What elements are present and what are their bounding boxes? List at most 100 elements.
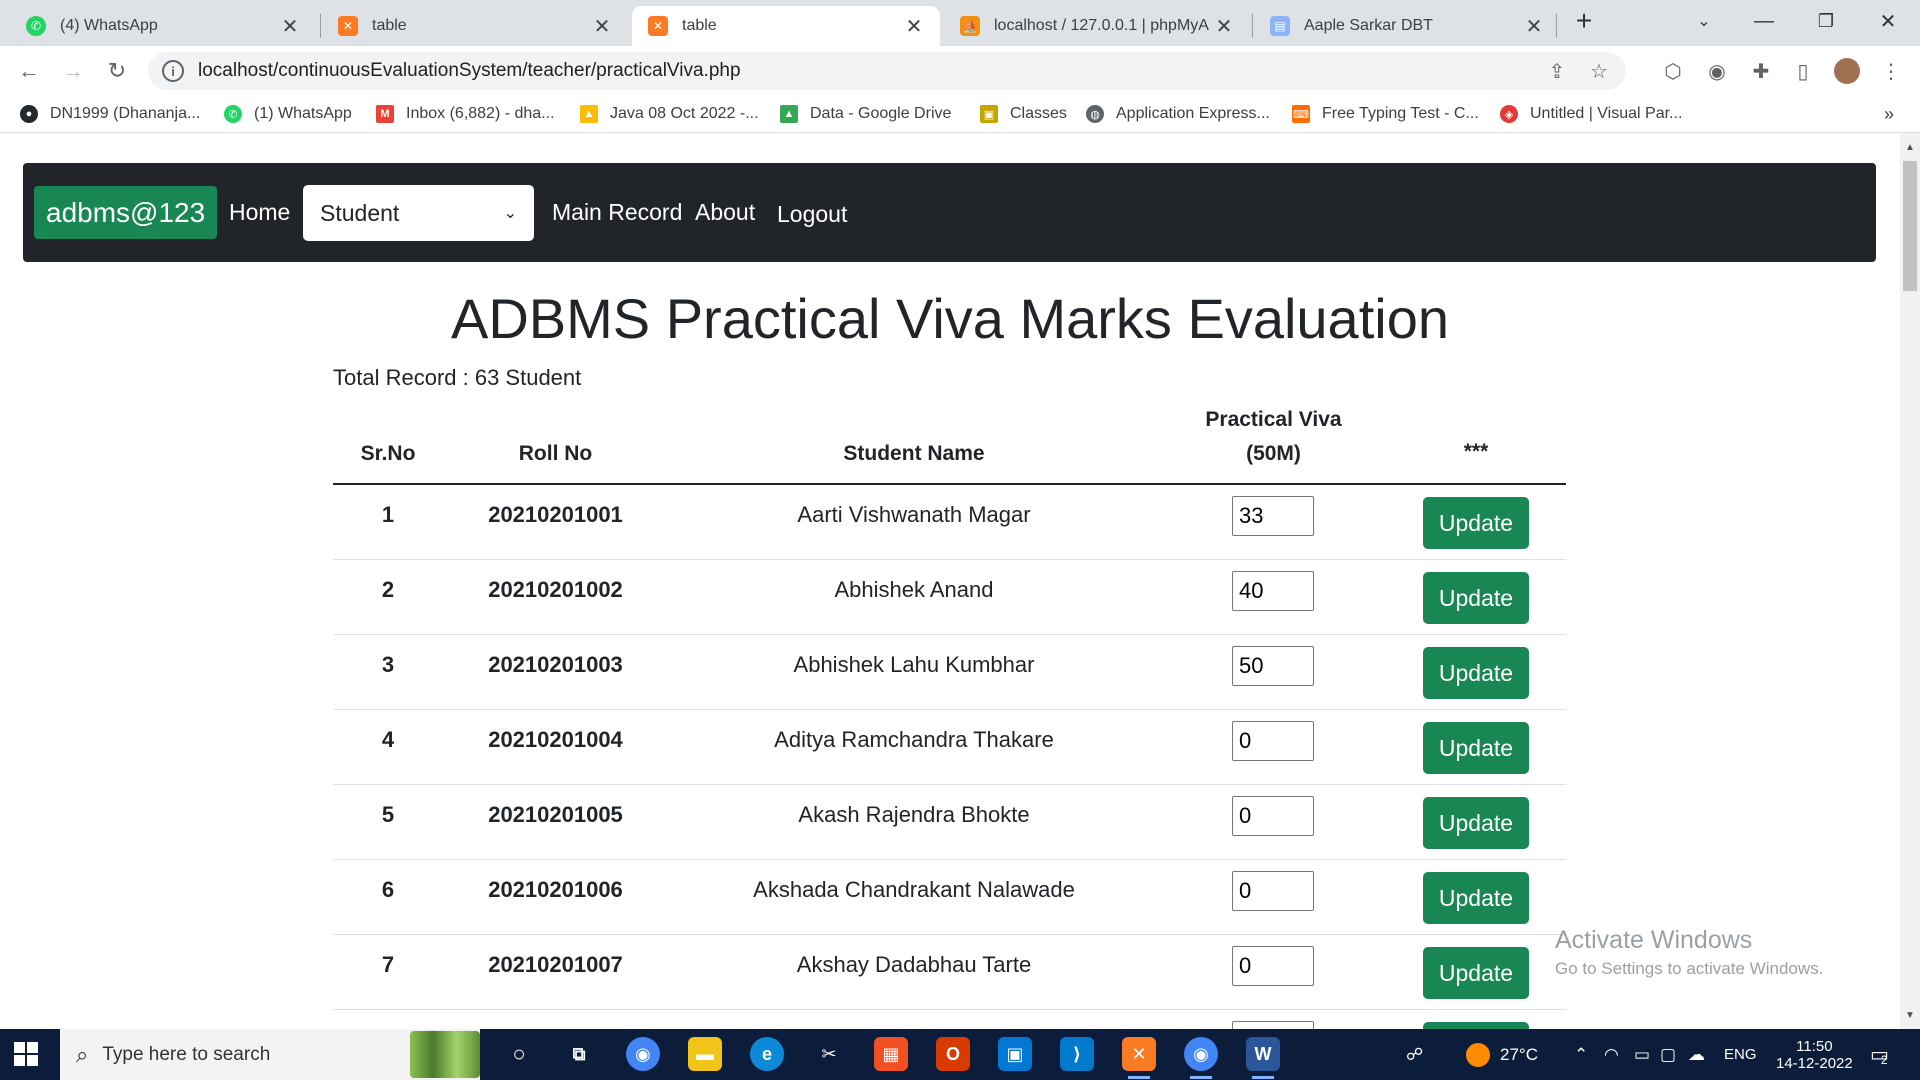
tab-phpmyadmin[interactable]: ⛵ localhost / 127.0.0.1 | phpMyA ✕ xyxy=(944,6,1250,46)
site-info-icon[interactable]: i xyxy=(162,60,184,82)
meet-now-icon[interactable]: ▢ xyxy=(1660,1029,1676,1080)
marks-input[interactable]: 50 xyxy=(1232,646,1314,686)
nav-logout-link[interactable]: Logout xyxy=(777,201,847,228)
update-button[interactable]: Update xyxy=(1423,797,1529,849)
update-button[interactable]: Update xyxy=(1423,722,1529,774)
tab-divider xyxy=(1556,14,1557,38)
snipping-tool-icon[interactable]: ✂ xyxy=(812,1037,846,1071)
office-icon[interactable]: O xyxy=(936,1037,970,1071)
profile-avatar[interactable] xyxy=(1834,58,1860,84)
close-icon[interactable]: ✕ xyxy=(1524,14,1544,39)
marks-input[interactable]: 0 xyxy=(1232,796,1314,836)
tab-whatsapp[interactable]: ✆ (4) WhatsApp ✕ xyxy=(10,6,316,46)
bookmark-item[interactable]: ◈ Untitled | Visual Par... xyxy=(1500,102,1682,126)
edge-icon[interactable]: e xyxy=(750,1037,784,1071)
battery-icon[interactable]: ▭ xyxy=(1634,1029,1650,1080)
windows-start-icon[interactable] xyxy=(14,1042,38,1066)
header-student-name: Student Name xyxy=(843,442,985,465)
bookmark-item[interactable]: ▲ Data - Google Drive xyxy=(780,102,951,126)
brand-logo[interactable]: adbms@123 xyxy=(34,186,218,239)
task-view-icon[interactable]: ⧉ xyxy=(562,1037,596,1071)
marks-input[interactable]: 40 xyxy=(1232,571,1314,611)
language-indicator[interactable]: ENG xyxy=(1724,1029,1757,1080)
word-icon[interactable]: W xyxy=(1246,1037,1280,1079)
whatsapp-icon: ✆ xyxy=(224,105,242,123)
cell-roll-no: 20210201006 xyxy=(488,877,623,902)
cell-srno: 6 xyxy=(381,877,395,902)
marks-input[interactable]: 0 xyxy=(1232,946,1314,986)
extension-cube-icon[interactable]: ⬡ xyxy=(1660,58,1686,84)
new-tab-button[interactable]: + xyxy=(1564,5,1604,36)
weather-widget[interactable]: 27°C xyxy=(1466,1029,1538,1080)
restore-button[interactable]: ❐ xyxy=(1806,6,1846,36)
clock-date: 14-12-2022 xyxy=(1776,1054,1853,1072)
tab-table-active[interactable]: ✕ table ✕ xyxy=(632,6,940,46)
share-icon[interactable]: ⇪ xyxy=(1542,59,1572,84)
bookmark-label: Classes xyxy=(1010,105,1067,122)
nav-student-select[interactable]: Student ⌄ xyxy=(303,185,534,241)
clock[interactable]: 11:50 14-12-2022 xyxy=(1776,1029,1853,1080)
menu-kebab-icon[interactable]: ⋮ xyxy=(1878,58,1904,84)
bookmark-star-icon[interactable]: ☆ xyxy=(1584,59,1614,84)
close-icon[interactable]: ✕ xyxy=(280,14,300,39)
cell-student-name: Aarti Vishwanath Magar xyxy=(797,502,1031,527)
side-panel-icon[interactable]: ▯ xyxy=(1790,58,1816,84)
people-icon[interactable]: ☍ xyxy=(1406,1029,1423,1080)
update-button[interactable]: Update xyxy=(1423,572,1529,624)
update-button[interactable]: Update xyxy=(1423,497,1529,549)
bookmark-item[interactable]: M Inbox (6,882) - dha... xyxy=(376,102,555,126)
nav-home-link[interactable]: Home xyxy=(229,199,290,226)
scrollbar-thumb[interactable] xyxy=(1903,161,1917,291)
marks-input-partial[interactable] xyxy=(1232,1021,1314,1029)
xampp-icon[interactable]: ✕ xyxy=(1122,1037,1156,1079)
cell-student-name: Akshada Chandrakant Nalawade xyxy=(753,877,1075,902)
marks-input[interactable]: 0 xyxy=(1232,871,1314,911)
tray-chevron-icon[interactable]: ⌃ xyxy=(1574,1029,1588,1080)
reload-button[interactable]: ↻ xyxy=(102,56,132,86)
bookmark-label: Application Express... xyxy=(1116,105,1270,122)
bookmark-item[interactable]: ● DN1999 (Dhananja... xyxy=(20,102,200,126)
tab-table-1[interactable]: ✕ table ✕ xyxy=(322,6,628,46)
page-scrollbar[interactable]: ▲ ▼ xyxy=(1900,133,1920,1029)
more-bookmarks-chevron-icon[interactable]: » xyxy=(1884,102,1894,126)
marks-input[interactable]: 33 xyxy=(1232,496,1314,536)
onedrive-icon[interactable]: ☁ xyxy=(1688,1029,1705,1080)
scroll-down-icon[interactable]: ▼ xyxy=(1900,1005,1920,1025)
update-button[interactable]: Update xyxy=(1423,872,1529,924)
tab-search-chevron-icon[interactable]: ⌄ xyxy=(1684,6,1724,36)
update-button-partial[interactable] xyxy=(1423,1022,1529,1029)
marks-input[interactable]: 0 xyxy=(1232,721,1314,761)
back-button[interactable]: ← xyxy=(14,56,44,86)
bookmark-item[interactable]: ▣ Classes xyxy=(980,102,1067,126)
address-bar[interactable]: i localhost/continuousEvaluationSystem/t… xyxy=(148,52,1626,90)
close-icon[interactable]: ✕ xyxy=(904,14,924,39)
bookmark-item[interactable]: ▲ Java 08 Oct 2022 -... xyxy=(580,102,759,126)
app-icon[interactable]: ▣ xyxy=(998,1037,1032,1071)
file-explorer-icon[interactable]: ▬ xyxy=(688,1037,722,1071)
tab-aaple-sarkar[interactable]: ▤ Aaple Sarkar DBT ✕ xyxy=(1254,6,1560,46)
close-icon[interactable]: ✕ xyxy=(592,14,612,39)
minimize-button[interactable]: — xyxy=(1744,6,1784,36)
address-url[interactable]: localhost/continuousEvaluationSystem/tea… xyxy=(198,60,1542,82)
close-icon[interactable]: ✕ xyxy=(1214,14,1234,39)
chrome-icon[interactable]: ◉ xyxy=(626,1037,660,1071)
extensions-puzzle-icon[interactable]: ✚ xyxy=(1748,58,1774,84)
wifi-icon[interactable]: ◠ xyxy=(1604,1029,1619,1080)
update-button[interactable]: Update xyxy=(1423,947,1529,999)
window-close-button[interactable]: ✕ xyxy=(1868,6,1908,36)
notification-icon[interactable]: ▭ 2 xyxy=(1870,1029,1889,1080)
chrome-running-icon[interactable]: ◉ xyxy=(1184,1037,1218,1079)
cortana-icon[interactable]: ○ xyxy=(502,1037,536,1071)
nav-main-record-link[interactable]: Main Record xyxy=(552,199,682,226)
vscode-icon[interactable]: ⟩ xyxy=(1060,1037,1094,1071)
bookmark-item[interactable]: ✆ (1) WhatsApp xyxy=(224,102,352,126)
tab-title: Aaple Sarkar DBT xyxy=(1304,17,1433,34)
bookmark-item[interactable]: ⌨ Free Typing Test - C... xyxy=(1292,102,1479,126)
forward-button[interactable]: → xyxy=(58,56,88,86)
microsoft-store-icon[interactable]: ▦ xyxy=(874,1037,908,1071)
bookmark-item[interactable]: ◍ Application Express... xyxy=(1086,102,1270,126)
update-button[interactable]: Update xyxy=(1423,647,1529,699)
nav-about-link[interactable]: About xyxy=(695,199,755,226)
extension-grammarly-icon[interactable]: ◉ xyxy=(1704,58,1730,84)
scroll-up-icon[interactable]: ▲ xyxy=(1900,137,1920,157)
